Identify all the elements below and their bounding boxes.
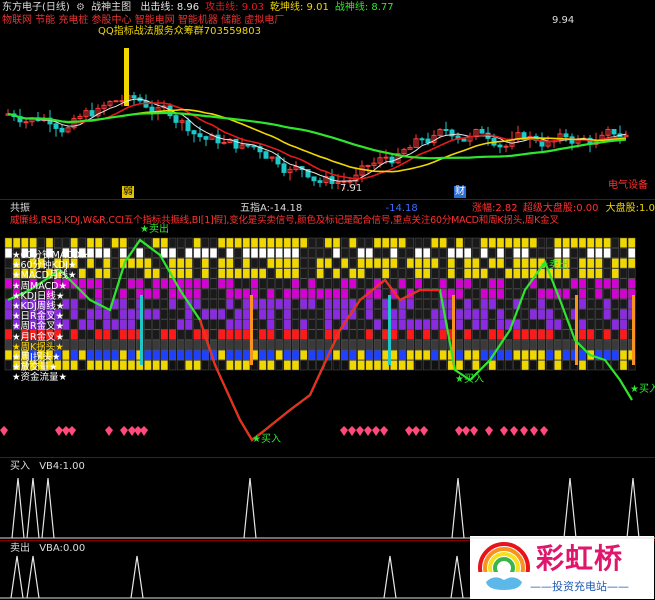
buy-spike	[626, 477, 640, 539]
sell-spike	[26, 555, 40, 599]
buy-spike	[11, 477, 25, 539]
buy-spike	[26, 477, 40, 539]
buy-spike	[243, 477, 257, 539]
buy-spike	[451, 477, 465, 539]
sell-spike	[130, 555, 144, 599]
buy-signal-chart[interactable]	[0, 0, 655, 600]
buy-spike	[563, 477, 577, 539]
sell-spike	[10, 555, 24, 599]
sell-spike	[383, 555, 397, 599]
sell-spike	[450, 555, 464, 599]
buy-spike	[41, 477, 55, 539]
